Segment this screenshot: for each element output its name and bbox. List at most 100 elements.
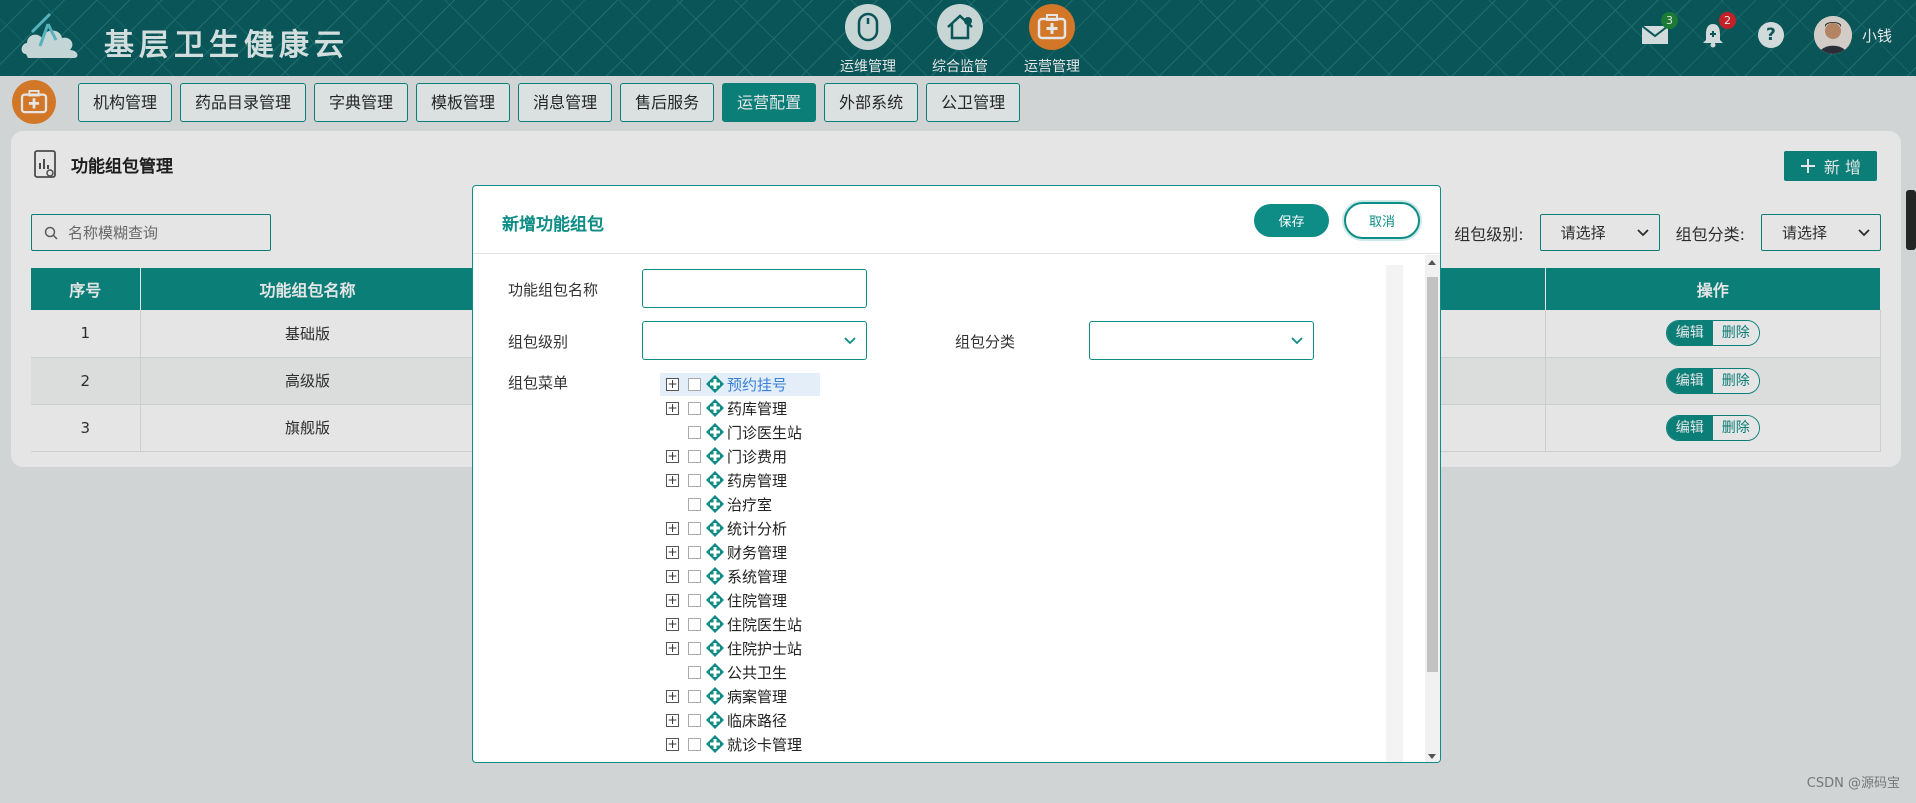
medical-cross-icon: [706, 711, 724, 729]
tree-node-label: 统计分析: [727, 519, 788, 538]
expand-icon[interactable]: +: [666, 713, 679, 727]
expand-placeholder: [666, 498, 679, 511]
menu-tree: + 预约挂号 + 药库管理门诊医生站 + 门诊费用 + 药房管理治疗室 + 统计分析 + 财务管理 + 系…: [660, 372, 820, 756]
tree-node-label: 住院护士站: [727, 639, 803, 658]
tree-node-checkbox[interactable]: [688, 473, 701, 487]
tree-node-checkbox[interactable]: [688, 617, 701, 631]
menu-field-label: 组包菜单: [508, 374, 569, 392]
level-select[interactable]: [642, 321, 867, 360]
medical-cross-icon: [706, 447, 724, 465]
save-button[interactable]: 保存: [1254, 204, 1329, 237]
tree-node-label: 治疗室: [727, 495, 773, 514]
tree-node-checkbox[interactable]: [688, 449, 701, 463]
tree-node[interactable]: + 病案管理: [660, 684, 802, 708]
medical-cross-icon: [706, 687, 724, 705]
tree-node[interactable]: + 住院管理: [660, 588, 802, 612]
dialog-title: 新增功能组包: [502, 215, 604, 235]
tree-node[interactable]: 公共卫生: [660, 660, 802, 684]
medical-cross-icon: [706, 375, 724, 393]
scroll-up-arrow[interactable]: [1428, 260, 1436, 265]
tree-node[interactable]: + 门诊费用: [660, 444, 802, 468]
tree-node-checkbox[interactable]: [688, 713, 701, 727]
tree-node-checkbox[interactable]: [688, 545, 701, 559]
tree-node-checkbox[interactable]: [688, 425, 701, 439]
medical-cross-icon: [706, 543, 724, 561]
expand-icon[interactable]: +: [666, 473, 679, 487]
medical-cross-icon: [706, 663, 724, 681]
tree-node-label: 药库管理: [727, 399, 788, 418]
tree-node-label: 临床路径: [727, 711, 788, 730]
tree-node[interactable]: 治疗室: [660, 492, 802, 516]
chevron-down-icon: [844, 336, 856, 344]
medical-cross-icon: [706, 423, 724, 441]
expand-icon[interactable]: +: [666, 617, 679, 631]
dialog-header: 新增功能组包 保存 取消: [473, 186, 1440, 254]
expand-icon[interactable]: +: [666, 545, 679, 559]
tree-node-label: 住院管理: [727, 591, 788, 610]
name-field[interactable]: [642, 269, 867, 308]
expand-icon[interactable]: +: [666, 593, 679, 607]
tree-node[interactable]: + 药库管理: [660, 396, 802, 420]
tree-node-label: 门诊费用: [727, 447, 788, 466]
tree-node-checkbox[interactable]: [688, 569, 701, 583]
expand-placeholder: [666, 666, 679, 679]
tree-node[interactable]: 门诊医生站: [660, 420, 802, 444]
medical-cross-icon: [706, 495, 724, 513]
tree-node[interactable]: + 就诊卡管理: [660, 732, 802, 756]
category-select[interactable]: [1089, 321, 1314, 360]
scrollbar-thumb[interactable]: [1427, 277, 1438, 672]
tree-node[interactable]: + 预约挂号: [660, 372, 820, 396]
medical-cross-icon: [706, 471, 724, 489]
medical-cross-icon: [706, 399, 724, 417]
medical-cross-icon: [706, 639, 724, 657]
tree-node-label: 门诊医生站: [727, 423, 803, 442]
tree-node-checkbox[interactable]: [688, 521, 701, 535]
tree-node-label: 就诊卡管理: [727, 735, 803, 754]
dialog-scrollbar[interactable]: [1425, 255, 1440, 762]
watermark: CSDN @源码宝: [1806, 776, 1900, 791]
expand-icon[interactable]: +: [666, 569, 679, 583]
tree-node[interactable]: + 统计分析: [660, 516, 802, 540]
tree-node-checkbox[interactable]: [688, 593, 701, 607]
tree-node-label: 财务管理: [727, 543, 788, 562]
tree-node-checkbox[interactable]: [688, 641, 701, 655]
tree-node[interactable]: + 系统管理: [660, 564, 802, 588]
tree-node-checkbox[interactable]: [688, 497, 701, 511]
tree-node-label: 系统管理: [727, 567, 788, 586]
chevron-down-icon: [1291, 336, 1303, 344]
expand-icon[interactable]: +: [666, 689, 679, 703]
tree-node-checkbox[interactable]: [688, 401, 701, 415]
form-scrollbar[interactable]: [1386, 265, 1403, 762]
medical-cross-icon: [706, 567, 724, 585]
medical-cross-icon: [706, 591, 724, 609]
tree-node-checkbox[interactable]: [688, 665, 701, 679]
tree-node[interactable]: + 临床路径: [660, 708, 802, 732]
tree-node[interactable]: + 住院医生站: [660, 612, 802, 636]
tree-node-label: 住院医生站: [727, 615, 803, 634]
tree-node-label: 预约挂号: [727, 375, 788, 394]
medical-cross-icon: [706, 519, 724, 537]
tree-node-label: 公共卫生: [727, 663, 788, 682]
expand-icon[interactable]: +: [666, 449, 679, 463]
tree-node-checkbox[interactable]: [688, 689, 701, 703]
name-field-label: 功能组包名称: [508, 281, 599, 299]
dialog-body: 功能组包名称 组包级别 组包分类 组包菜单 + 预约挂号 + 药库管理门诊医生站 + 门诊…: [473, 255, 1427, 762]
tree-node-checkbox[interactable]: [688, 737, 701, 751]
category-field-label: 组包分类: [955, 333, 1016, 351]
expand-icon[interactable]: +: [666, 377, 679, 391]
expand-icon[interactable]: +: [666, 641, 679, 655]
tree-node-label: 药房管理: [727, 471, 788, 490]
expand-icon[interactable]: +: [666, 737, 679, 751]
level-field-label: 组包级别: [508, 333, 569, 351]
scroll-down-arrow[interactable]: [1428, 754, 1436, 759]
expand-placeholder: [666, 426, 679, 439]
cancel-button[interactable]: 取消: [1344, 202, 1420, 239]
tree-node-checkbox[interactable]: [688, 377, 701, 391]
expand-icon[interactable]: +: [666, 521, 679, 535]
medical-cross-icon: [706, 735, 724, 753]
add-package-dialog: 新增功能组包 保存 取消 功能组包名称 组包级别 组包分类 组包菜单 + 预约挂号…: [472, 185, 1441, 763]
tree-node[interactable]: + 药房管理: [660, 468, 802, 492]
tree-node[interactable]: + 财务管理: [660, 540, 802, 564]
expand-icon[interactable]: +: [666, 401, 679, 415]
tree-node[interactable]: + 住院护士站: [660, 636, 802, 660]
